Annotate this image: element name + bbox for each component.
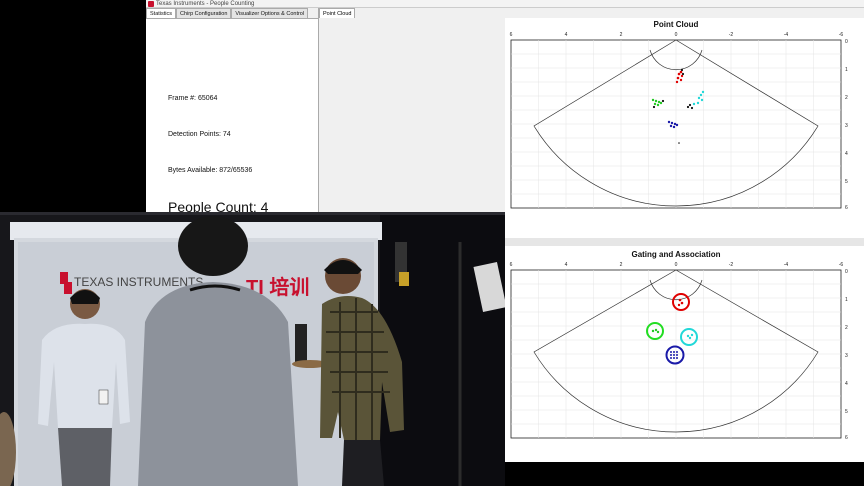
tab-statistics[interactable]: Statistics (146, 8, 177, 18)
point-cloud-y-ticks: 0 1 2 3 4 5 6 (845, 39, 848, 211)
tab-visualizer-options[interactable]: Visualizer Options & Control (231, 8, 309, 18)
plot-divider (505, 238, 864, 246)
point-cloud-plot[interactable]: 6 4 2 0 -2 -4 -6 0 1 2 3 4 5 6 (505, 30, 864, 212)
x-tick: 4 (565, 32, 568, 38)
window-title: Texas Instruments - People Counting (156, 1, 255, 7)
window-titlebar: Texas Instruments - People Counting (146, 0, 864, 8)
y-tick: 3 (845, 123, 848, 129)
x-tick: 6 (510, 262, 513, 268)
y-tick: 6 (845, 205, 848, 211)
frame-number: Frame #: 65064 (168, 95, 218, 102)
gating-y-ticks: 0 1 2 3 4 5 6 (845, 269, 848, 441)
video-scene: TEXAS INSTRUMENTS TI 培训 (0, 212, 505, 486)
gating-association-plot[interactable]: 6 4 2 0 -2 -4 -6 0 1 2 3 4 5 6 (505, 260, 864, 442)
x-tick: 0 (675, 262, 678, 268)
app-icon (148, 1, 154, 7)
camera-video: TEXAS INSTRUMENTS TI 培训 (0, 212, 505, 486)
detection-points: Detection Points: 74 (168, 131, 231, 138)
x-tick: -6 (839, 262, 844, 268)
point-cloud-title: Point Cloud (653, 20, 699, 29)
x-tick: 2 (620, 32, 623, 38)
tab-bar: Statistics Chirp Configuration Visualize… (146, 8, 309, 18)
laptop-screen (295, 324, 307, 362)
gating-title: Gating and Association (631, 250, 721, 259)
x-tick: -4 (784, 32, 789, 38)
x-tick: 6 (510, 32, 513, 38)
x-tick: -2 (729, 32, 734, 38)
x-tick: -2 (729, 262, 734, 268)
tab-point-cloud[interactable]: Point Cloud (319, 8, 356, 18)
bytes-available: Bytes Available: 872/65536 (168, 167, 253, 174)
point-cloud-x-ticks: 6 4 2 0 -2 -4 -6 (510, 32, 844, 38)
y-tick: 5 (845, 179, 848, 185)
y-tick: 2 (845, 95, 848, 101)
y-tick: 1 (845, 297, 848, 303)
bottom-bar (505, 462, 864, 486)
y-tick: 4 (845, 381, 848, 387)
gating-x-ticks: 6 4 2 0 -2 -4 -6 (510, 262, 844, 268)
x-tick: -6 (839, 32, 844, 38)
y-tick: 4 (845, 151, 848, 157)
statistics-panel: Statistics Chirp Configuration Visualize… (146, 8, 319, 215)
y-tick: 6 (845, 435, 848, 441)
x-tick: 4 (565, 262, 568, 268)
x-tick: -4 (784, 262, 789, 268)
y-tick: 1 (845, 67, 848, 73)
y-tick: 3 (845, 353, 848, 359)
y-tick: 0 (845, 39, 848, 45)
y-tick: 0 (845, 269, 848, 275)
y-tick: 5 (845, 409, 848, 415)
x-tick: 2 (620, 262, 623, 268)
statistics-tab-body: Frame #: 65064 Detection Points: 74 Byte… (146, 18, 318, 215)
x-tick: 0 (675, 32, 678, 38)
y-tick: 2 (845, 325, 848, 331)
tab-chirp-configuration[interactable]: Chirp Configuration (176, 8, 232, 18)
